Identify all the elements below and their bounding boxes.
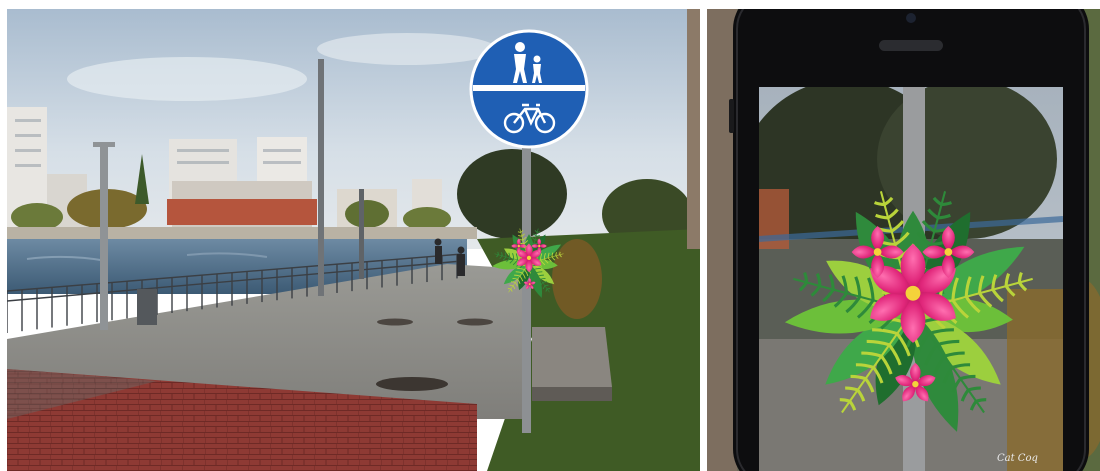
earpiece-speaker <box>879 40 943 51</box>
concrete-bench <box>532 327 612 387</box>
left-photo <box>7 9 700 471</box>
phone-screen: Cat Coq <box>759 87 1063 471</box>
right-photo: Cat Coq <box>707 9 1100 471</box>
shared-path-sign <box>469 29 589 149</box>
artist-signature: Cat Coq <box>997 453 1038 464</box>
trash-bin <box>137 289 157 325</box>
manhole-cover <box>376 377 448 391</box>
front-camera <box>906 13 916 23</box>
phone-scene: Cat Coq <box>707 9 1100 471</box>
street-scene <box>7 9 700 471</box>
